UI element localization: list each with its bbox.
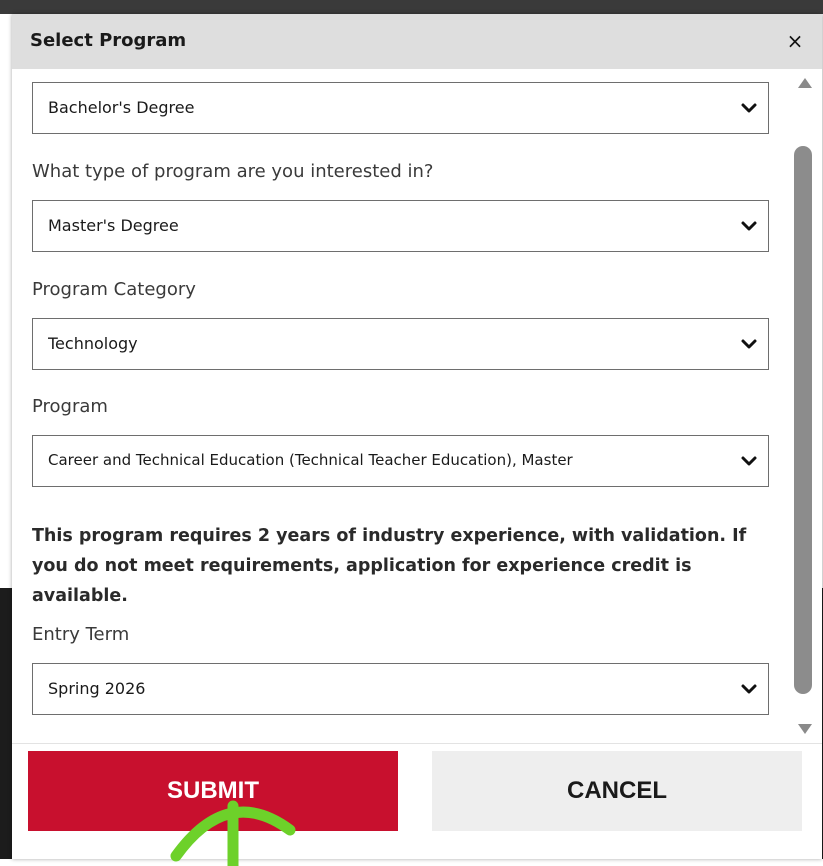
dialog-scrollbar[interactable]	[794, 74, 816, 738]
chevron-down-icon	[741, 339, 757, 349]
footer-divider	[12, 743, 822, 744]
chevron-down-icon	[741, 103, 757, 113]
close-icon[interactable]: ×	[784, 28, 806, 54]
program-category-select[interactable]: Technology	[32, 318, 769, 370]
scrollbar-thumb[interactable]	[794, 146, 812, 694]
program-select[interactable]: Career and Technical Education (Technica…	[32, 435, 769, 487]
dialog-title: Select Program	[30, 30, 187, 51]
entry-term-label: Entry Term	[32, 624, 130, 645]
dialog-header: Select Program ×	[12, 14, 822, 69]
chevron-down-icon	[741, 456, 757, 466]
program-select-value: Career and Technical Education (Technica…	[48, 451, 573, 469]
scroll-up-arrow-icon[interactable]	[798, 78, 812, 88]
entry-term-select-value: Spring 2026	[48, 679, 146, 698]
program-type-select-value: Master's Degree	[48, 216, 179, 235]
submit-button[interactable]: SUBMIT	[28, 751, 398, 831]
program-type-select[interactable]: Master's Degree	[32, 200, 769, 252]
program-category-select-value: Technology	[48, 334, 138, 353]
program-type-label: What type of program are you interested …	[32, 161, 434, 182]
program-category-label: Program Category	[32, 279, 196, 300]
background-page-top	[0, 0, 823, 14]
program-requirement-note: This program requires 2 years of industr…	[32, 526, 747, 606]
select-program-dialog: Select Program × Bachelor's Degree What …	[12, 14, 822, 859]
entry-term-select[interactable]: Spring 2026	[32, 663, 769, 715]
degree-select-value: Bachelor's Degree	[48, 98, 195, 117]
cancel-button[interactable]: CANCEL	[432, 751, 802, 831]
program-label: Program	[32, 396, 108, 417]
chevron-down-icon	[741, 221, 757, 231]
dialog-body: Bachelor's Degree What type of program a…	[12, 69, 797, 743]
scroll-down-arrow-icon[interactable]	[798, 724, 812, 734]
chevron-down-icon	[741, 684, 757, 694]
degree-select[interactable]: Bachelor's Degree	[32, 82, 769, 134]
